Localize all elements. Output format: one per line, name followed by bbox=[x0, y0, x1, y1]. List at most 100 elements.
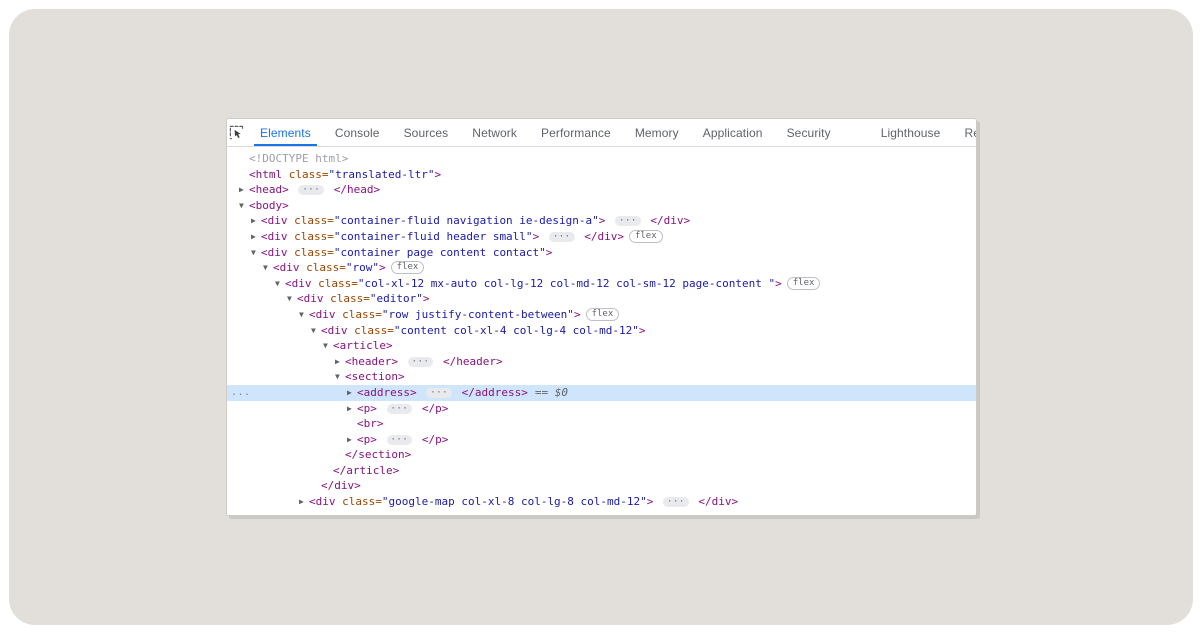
dom-node-row[interactable]: ▶<header> ··· </header> bbox=[227, 354, 976, 370]
tab-memory[interactable]: Memory bbox=[623, 119, 691, 146]
angle-bracket: > bbox=[434, 168, 441, 181]
angle-bracket: > bbox=[496, 355, 503, 368]
dom-node-row[interactable]: ▶<p> ··· </p> bbox=[227, 432, 976, 448]
tab-security[interactable]: Security bbox=[775, 119, 843, 146]
twisty-collapsed-icon[interactable]: ▶ bbox=[251, 213, 261, 229]
twisty-expanded-icon[interactable]: ▼ bbox=[287, 291, 297, 307]
tag-name: head bbox=[347, 183, 374, 196]
expand-ellipsis-badge[interactable]: ··· bbox=[549, 232, 575, 242]
tab-console[interactable]: Console bbox=[323, 119, 392, 146]
dom-node-row[interactable]: ▶</div> bbox=[227, 478, 976, 494]
angle-bracket: > bbox=[533, 230, 540, 243]
flex-badge[interactable]: flex bbox=[391, 261, 425, 274]
dom-node-row[interactable]: ▶<br> bbox=[227, 416, 976, 432]
dom-node-row[interactable]: ▼<div class="content col-xl-4 col-lg-4 c… bbox=[227, 323, 976, 339]
dom-node-row[interactable]: ▼<article> bbox=[227, 338, 976, 354]
dom-node-row[interactable]: ▼<body> bbox=[227, 198, 976, 214]
twisty-collapsed-icon[interactable]: ▶ bbox=[335, 354, 345, 370]
attribute-value: "row justify-content-between" bbox=[382, 308, 574, 321]
expand-ellipsis-badge[interactable]: ··· bbox=[387, 435, 413, 445]
node-options-ellipsis-icon[interactable]: ... bbox=[231, 385, 251, 401]
dom-tree-panel[interactable]: ▶<!DOCTYPE html>▶<html class="translated… bbox=[227, 147, 976, 515]
angle-bracket: </ bbox=[698, 495, 711, 508]
expand-ellipsis-badge[interactable]: ··· bbox=[298, 185, 324, 195]
tag-name: div bbox=[280, 261, 300, 274]
angle-bracket: > bbox=[442, 402, 449, 415]
twisty-expanded-icon[interactable]: ▼ bbox=[311, 323, 321, 339]
attribute-name: class bbox=[342, 308, 375, 321]
tag-name: p bbox=[435, 402, 442, 415]
dom-node-row[interactable]: ▶</section> bbox=[227, 447, 976, 463]
dom-node-markup: <div class="col-xl-12 mx-auto col-lg-12 … bbox=[285, 276, 782, 292]
dom-node-row[interactable]: ▶<div class="container-fluid header smal… bbox=[227, 229, 976, 245]
attribute-name: class bbox=[330, 292, 363, 305]
dom-node-row[interactable]: ▶<div class="container-fluid navigation … bbox=[227, 213, 976, 229]
tag-name: div bbox=[316, 308, 336, 321]
tab-performance[interactable]: Performance bbox=[529, 119, 623, 146]
twisty-expanded-icon[interactable]: ▼ bbox=[335, 369, 345, 385]
dom-node-row[interactable]: ▼<div class="editor"> bbox=[227, 291, 976, 307]
tab-lighthouse[interactable]: Lighthouse bbox=[869, 119, 953, 146]
attribute-equals: = bbox=[327, 214, 334, 227]
twisty-collapsed-icon[interactable]: ▶ bbox=[251, 229, 261, 245]
dom-node-row[interactable]: ▼<section> bbox=[227, 369, 976, 385]
angle-bracket: < bbox=[333, 339, 340, 352]
tab-sources[interactable]: Sources bbox=[392, 119, 461, 146]
tag-name: address bbox=[364, 386, 410, 399]
tab-network[interactable]: Network bbox=[460, 119, 529, 146]
tab-label: Security bbox=[787, 126, 831, 140]
inspect-element-icon[interactable] bbox=[229, 119, 244, 146]
dom-node-row[interactable]: ▼<div class="col-xl-12 mx-auto col-lg-12… bbox=[227, 276, 976, 292]
flex-badge[interactable]: flex bbox=[586, 308, 620, 321]
twisty-collapsed-icon[interactable]: ▶ bbox=[347, 432, 357, 448]
flex-badge[interactable]: flex bbox=[787, 277, 821, 290]
expand-ellipsis-badge[interactable]: ··· bbox=[615, 216, 641, 226]
angle-bracket: < bbox=[261, 214, 268, 227]
twisty-expanded-icon[interactable]: ▼ bbox=[323, 338, 333, 354]
attribute-name: class bbox=[306, 261, 339, 274]
dom-node-row[interactable]: ▶<!DOCTYPE html> bbox=[227, 151, 976, 167]
angle-bracket: </ bbox=[422, 402, 435, 415]
twisty-expanded-icon[interactable]: ▼ bbox=[251, 245, 261, 261]
flex-badge[interactable]: flex bbox=[629, 230, 663, 243]
dom-node-row[interactable]: ▶<html class="translated-ltr"> bbox=[227, 167, 976, 183]
angle-bracket: > bbox=[405, 448, 412, 461]
twisty-expanded-icon[interactable]: ▼ bbox=[299, 307, 309, 323]
dom-node-row-selected[interactable]: ...▶<address> ··· </address>== $0 bbox=[227, 385, 976, 401]
tag-name: section bbox=[352, 370, 398, 383]
angle-bracket: < bbox=[357, 402, 364, 415]
expand-ellipsis-badge[interactable]: ··· bbox=[387, 404, 413, 414]
twisty-expanded-icon[interactable]: ▼ bbox=[263, 260, 273, 276]
dom-node-markup: <address> ··· </address> bbox=[357, 385, 528, 401]
attribute-value: "container-fluid navigation ie-design-a" bbox=[334, 214, 599, 227]
twisty-collapsed-icon[interactable]: ▶ bbox=[239, 182, 249, 198]
twisty-collapsed-icon[interactable]: ▶ bbox=[299, 494, 309, 510]
tag-name: div bbox=[334, 479, 354, 492]
dom-node-row[interactable]: ▼<div class="row">flex bbox=[227, 260, 976, 276]
dom-node-row[interactable]: ▶<head> ··· </head> bbox=[227, 182, 976, 198]
angle-bracket: </ bbox=[462, 386, 475, 399]
angle-bracket: > bbox=[282, 183, 289, 196]
twisty-expanded-icon[interactable]: ▼ bbox=[275, 276, 285, 292]
tab-elements[interactable]: Elements bbox=[248, 119, 323, 146]
angle-bracket: > bbox=[398, 370, 405, 383]
tab-application[interactable]: Application bbox=[691, 119, 775, 146]
expand-ellipsis-badge[interactable]: ··· bbox=[408, 357, 434, 367]
expand-ellipsis-badge[interactable]: ··· bbox=[426, 388, 452, 398]
angle-bracket: < bbox=[357, 417, 364, 430]
twisty-expanded-icon[interactable]: ▼ bbox=[239, 198, 249, 214]
dom-node-row[interactable]: ▶<div class="google-map col-xl-8 col-lg-… bbox=[227, 494, 976, 510]
angle-bracket: < bbox=[345, 370, 352, 383]
twisty-collapsed-icon[interactable]: ▶ bbox=[347, 385, 357, 401]
dom-node-row[interactable]: ▶</article> bbox=[227, 463, 976, 479]
dom-node-markup: <div class="row justify-content-between"… bbox=[309, 307, 581, 323]
dom-node-row[interactable]: ▶<p> ··· </p> bbox=[227, 401, 976, 417]
attribute-equals: = bbox=[351, 277, 358, 290]
expand-ellipsis-badge[interactable]: ··· bbox=[663, 497, 689, 507]
twisty-collapsed-icon[interactable]: ▶ bbox=[347, 401, 357, 417]
dom-node-row[interactable]: ▼<div class="row justify-content-between… bbox=[227, 307, 976, 323]
tab-recorder[interactable]: Recorder bbox=[952, 119, 977, 146]
tag-name: div bbox=[268, 230, 288, 243]
dom-node-row[interactable]: ▼<div class="container page content cont… bbox=[227, 245, 976, 261]
tab-label: Performance bbox=[541, 126, 611, 140]
